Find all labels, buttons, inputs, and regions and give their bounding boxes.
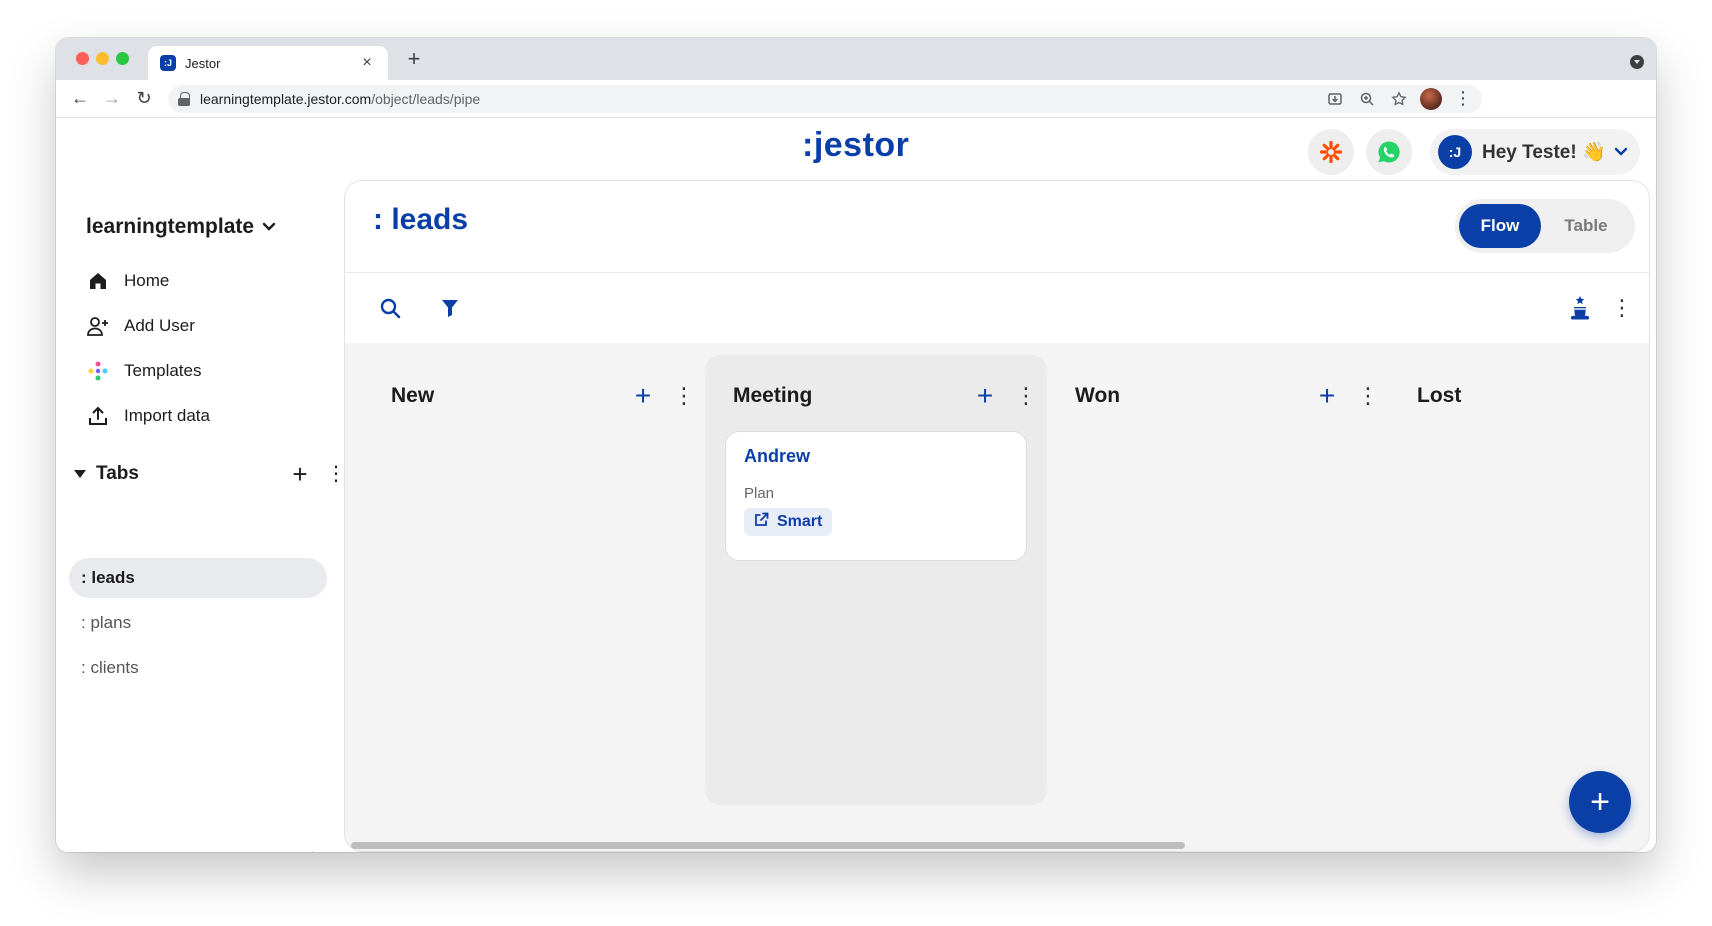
- reload-button[interactable]: ↻: [132, 87, 156, 111]
- table-view-button[interactable]: Table: [1541, 204, 1631, 248]
- column-header: Won + ⋮: [1075, 381, 1379, 411]
- jestor-app: :jestor :J Hey Teste! 👋 learningtemplate…: [56, 118, 1656, 852]
- zoom-icon[interactable]: [1358, 90, 1376, 108]
- zapier-button[interactable]: [1308, 129, 1354, 175]
- chevron-down-icon: [262, 219, 276, 235]
- plan-link-label: Smart: [777, 513, 823, 530]
- close-tab-icon[interactable]: ×: [358, 54, 376, 72]
- sidebar-tab-clients[interactable]: : clients: [69, 648, 327, 688]
- caret-down-icon[interactable]: [74, 469, 86, 478]
- whatsapp-icon: [1378, 141, 1400, 163]
- sidebar-item-home[interactable]: Home: [86, 258, 210, 303]
- card-field-label: Plan: [744, 485, 775, 502]
- filter-icon[interactable]: [437, 295, 463, 321]
- minimize-window-button[interactable]: [96, 52, 109, 65]
- column-meeting: Meeting + ⋮ Andrew Plan Smart: [705, 355, 1047, 805]
- jestor-logo[interactable]: :jestor: [802, 126, 909, 165]
- page-title: : leads: [373, 203, 469, 236]
- address-bar[interactable]: learningtemplate.jestor.com/object/leads…: [168, 84, 1482, 113]
- lock-icon: [178, 91, 190, 106]
- search-icon[interactable]: [377, 295, 403, 321]
- kanban-board: New + ⋮ Meeting + ⋮ Andrew Plan Smart Wo…: [345, 343, 1649, 851]
- add-card-button[interactable]: +: [973, 382, 997, 410]
- column-title: Won: [1075, 384, 1121, 407]
- close-window-button[interactable]: [76, 52, 89, 65]
- add-record-fab[interactable]: +: [1569, 771, 1631, 833]
- sidebar-item-templates[interactable]: Templates: [86, 348, 210, 393]
- url-path: /object/leads/pipe: [371, 90, 481, 107]
- tab-list: : leads : plans : clients: [69, 558, 327, 693]
- browser-tab-bar: :J Jestor × +: [56, 38, 1656, 80]
- profile-avatar[interactable]: [1420, 87, 1442, 110]
- sidebar-tab-plans[interactable]: : plans: [69, 603, 327, 643]
- main-panel: : leads Flow Table ⋮ New + ⋮ Meeting + ⋮…: [344, 180, 1650, 852]
- zapier-icon: [1319, 140, 1343, 164]
- board-toolbar: ⋮: [345, 273, 1649, 343]
- browser-window: :J Jestor × + ← → ↻ learningtemplate.jes…: [56, 38, 1656, 852]
- user-menu[interactable]: :J Hey Teste! 👋: [1430, 129, 1640, 175]
- forward-button[interactable]: →: [100, 87, 124, 111]
- tabs-section-header: Tabs + ⋮: [74, 461, 346, 487]
- board-more-icon[interactable]: ⋮: [1609, 295, 1635, 321]
- jestor-favicon-icon: :J: [160, 55, 176, 71]
- sidebar-item-label: Home: [124, 270, 170, 290]
- sidebar-item-add-user[interactable]: Add User: [86, 303, 210, 348]
- browser-toolbar: ← → ↻ learningtemplate.jestor.com/object…: [56, 80, 1656, 118]
- plan-link-chip[interactable]: Smart: [744, 508, 833, 536]
- user-greeting: Hey Teste! 👋: [1482, 142, 1606, 163]
- column-more-icon[interactable]: ⋮: [1357, 383, 1379, 409]
- sidebar-item-label: Add User: [124, 315, 195, 335]
- url-text: learningtemplate.jestor.com/object/leads…: [200, 91, 480, 107]
- workspace-selector[interactable]: learningtemplate: [86, 215, 276, 239]
- home-icon: [86, 269, 110, 293]
- column-header: Lost: [1417, 381, 1649, 411]
- external-link-icon: [754, 512, 769, 532]
- back-button[interactable]: ←: [68, 87, 92, 111]
- column-new: New + ⋮: [363, 355, 705, 805]
- sidebar-nav: Home Add User Templates Import data: [86, 258, 210, 438]
- main-header: : leads Flow Table: [345, 181, 1649, 273]
- tabs-more-icon[interactable]: ⋮: [326, 461, 346, 486]
- upload-icon: [86, 404, 110, 428]
- sidebar-item-label: Templates: [124, 360, 202, 380]
- workspace-name: learningtemplate: [86, 215, 255, 238]
- browser-menu-icon[interactable]: ⋮: [1454, 88, 1472, 109]
- templates-icon: [86, 359, 110, 383]
- chevron-down-icon: [1614, 144, 1628, 160]
- user-avatar: :J: [1438, 135, 1472, 169]
- add-tab-button[interactable]: +: [288, 461, 312, 487]
- browser-tab[interactable]: :J Jestor ×: [148, 46, 388, 80]
- add-user-icon: [86, 314, 110, 338]
- column-title: New: [391, 384, 435, 407]
- column-header: Meeting + ⋮: [733, 381, 1037, 411]
- collapse-sidebar-icon[interactable]: [304, 848, 316, 852]
- card-title[interactable]: Andrew: [744, 446, 1008, 467]
- flow-view-button[interactable]: Flow: [1459, 204, 1541, 248]
- column-title: Meeting: [733, 384, 813, 407]
- tab-search-icon[interactable]: [1630, 55, 1644, 69]
- add-card-button[interactable]: +: [1315, 382, 1339, 410]
- maximize-window-button[interactable]: [116, 52, 129, 65]
- whatsapp-button[interactable]: [1366, 129, 1412, 175]
- bookmark-star-icon[interactable]: [1390, 90, 1408, 108]
- column-header: New + ⋮: [391, 381, 695, 411]
- horizontal-scrollbar[interactable]: [351, 842, 1185, 849]
- column-won: Won + ⋮: [1047, 355, 1389, 805]
- column-more-icon[interactable]: ⋮: [1015, 383, 1037, 409]
- url-host: learningtemplate.jestor.com: [200, 90, 372, 107]
- tabs-section-title[interactable]: Tabs: [96, 463, 139, 485]
- magic-hat-icon[interactable]: [1567, 295, 1593, 321]
- browser-tab-title: Jestor: [185, 55, 221, 71]
- column-title: Lost: [1417, 384, 1462, 407]
- sidebar-tab-leads[interactable]: : leads: [69, 558, 327, 598]
- new-tab-button[interactable]: +: [402, 48, 426, 70]
- lead-card[interactable]: Andrew Plan Smart: [725, 431, 1027, 561]
- view-toggle: Flow Table: [1455, 199, 1635, 253]
- install-app-icon[interactable]: [1326, 90, 1344, 108]
- add-card-button[interactable]: +: [631, 382, 655, 410]
- column-more-icon[interactable]: ⋮: [673, 383, 695, 409]
- sidebar-item-label: Import data: [124, 405, 210, 425]
- sidebar-item-import-data[interactable]: Import data: [86, 393, 210, 438]
- column-lost: Lost: [1389, 355, 1649, 805]
